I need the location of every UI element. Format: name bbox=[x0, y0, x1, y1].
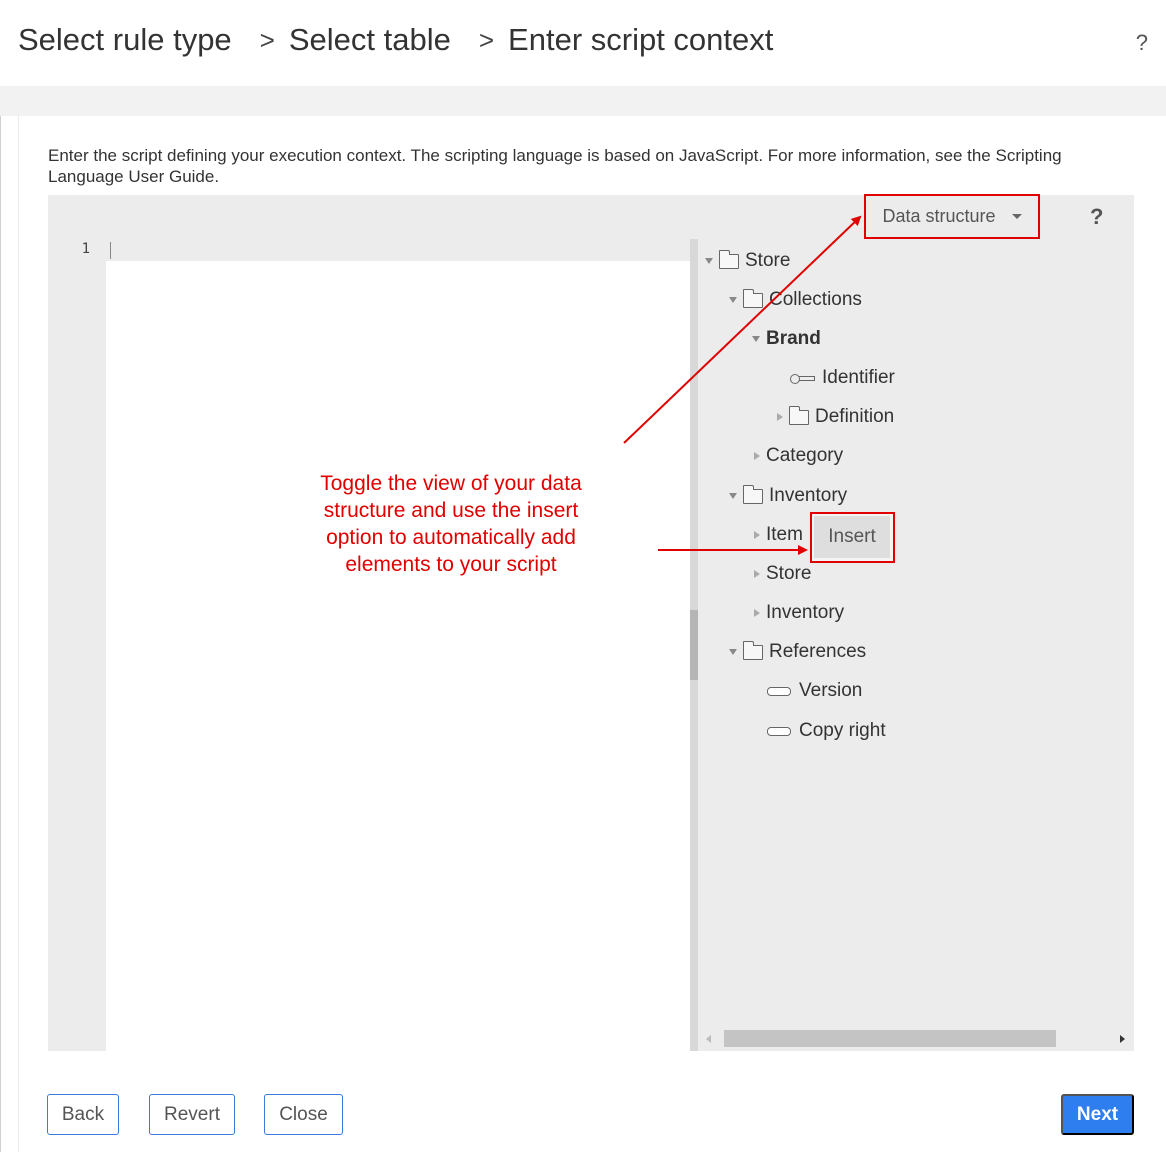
insert-button[interactable]: Insert bbox=[814, 516, 890, 558]
breadcrumb-step-script-context: Enter script context bbox=[508, 22, 774, 57]
expand-toggle-icon[interactable] bbox=[754, 609, 760, 617]
expand-toggle-icon[interactable] bbox=[752, 336, 760, 342]
tree-node-version[interactable]: Version bbox=[767, 680, 862, 702]
tree-node-inventory[interactable]: Inventory bbox=[729, 484, 848, 507]
breadcrumb: Select rule type > Select table > Enter … bbox=[18, 22, 773, 58]
folder-icon bbox=[719, 249, 739, 269]
intro-text: Enter the script defining your execution… bbox=[48, 146, 1062, 186]
tree-node-copy-right[interactable]: Copy right bbox=[767, 720, 886, 742]
splitter-handle[interactable] bbox=[690, 610, 698, 680]
field-icon bbox=[767, 726, 791, 736]
header-divider bbox=[0, 86, 1166, 116]
breadcrumb-separator: > bbox=[478, 24, 495, 55]
expand-toggle-icon[interactable] bbox=[754, 531, 760, 539]
help-icon[interactable]: ? bbox=[1136, 30, 1148, 56]
tree-node-item[interactable]: Item bbox=[754, 524, 803, 546]
breadcrumb-step-rule-type[interactable]: Select rule type bbox=[18, 22, 232, 58]
next-button[interactable]: Next bbox=[1061, 1094, 1134, 1135]
breadcrumb-step-table[interactable]: Select table bbox=[289, 22, 451, 58]
annotation-text: Toggle the view of your data structure a… bbox=[320, 472, 582, 576]
revert-button[interactable]: Revert bbox=[149, 1094, 235, 1135]
expand-toggle-icon[interactable] bbox=[729, 493, 737, 499]
tree-node-label: References bbox=[769, 641, 867, 662]
close-button[interactable]: Close bbox=[264, 1094, 343, 1135]
tree-node-label: Brand bbox=[766, 328, 821, 349]
expand-toggle-icon[interactable] bbox=[729, 649, 737, 655]
tree-node-store-child[interactable]: Store bbox=[754, 563, 811, 585]
expand-toggle-icon[interactable] bbox=[777, 413, 783, 421]
tree-node-inventory-child[interactable]: Inventory bbox=[754, 602, 844, 624]
scroll-right-icon[interactable] bbox=[1120, 1035, 1125, 1043]
tree-node-definition[interactable]: Definition bbox=[777, 405, 895, 428]
tree-node-collections[interactable]: Collections bbox=[729, 288, 862, 311]
text-cursor bbox=[110, 242, 111, 259]
tree-node-identifier[interactable]: Identifier bbox=[790, 367, 895, 389]
tree-node-store[interactable]: Store bbox=[705, 249, 791, 272]
expand-toggle-icon[interactable] bbox=[754, 570, 760, 578]
expand-toggle-icon[interactable] bbox=[705, 258, 713, 264]
tree-node-label: Version bbox=[799, 680, 863, 701]
scrollbar-thumb[interactable] bbox=[724, 1030, 1056, 1047]
folder-icon bbox=[789, 405, 809, 425]
tree-node-label: Collections bbox=[769, 289, 862, 310]
tree-node-label: Definition bbox=[815, 406, 895, 427]
expand-toggle-icon[interactable] bbox=[754, 452, 760, 460]
script-editor[interactable] bbox=[106, 239, 690, 1051]
chevron-down-icon bbox=[1011, 214, 1022, 219]
expand-toggle-icon[interactable] bbox=[729, 297, 737, 303]
scroll-left-icon[interactable] bbox=[706, 1035, 711, 1043]
active-line-highlight bbox=[106, 239, 690, 261]
field-icon bbox=[767, 686, 791, 696]
data-structure-dropdown[interactable]: Data structure bbox=[864, 194, 1040, 239]
key-icon bbox=[790, 373, 816, 384]
tree-node-label: Inventory bbox=[769, 485, 848, 506]
line-gutter bbox=[48, 239, 106, 1051]
back-button[interactable]: Back bbox=[47, 1094, 119, 1135]
data-structure-label: Data structure bbox=[882, 206, 996, 226]
folder-icon bbox=[743, 640, 763, 660]
tree-node-label: Store bbox=[745, 250, 791, 271]
tree-node-brand[interactable]: Brand bbox=[752, 328, 821, 350]
tree-node-label: Category bbox=[766, 445, 844, 466]
tree-node-category[interactable]: Category bbox=[754, 445, 843, 467]
tree-node-references[interactable]: References bbox=[729, 640, 867, 663]
tree-node-label: Copy right bbox=[799, 720, 886, 741]
line-number: 1 bbox=[81, 241, 90, 257]
tree-node-label: Item bbox=[766, 524, 803, 545]
folder-icon bbox=[743, 288, 763, 308]
folder-icon bbox=[743, 484, 763, 504]
tree-node-label: Inventory bbox=[766, 602, 845, 623]
tree-node-label: Store bbox=[766, 563, 812, 584]
wizard-header: Select rule type > Select table > Enter … bbox=[0, 0, 1166, 86]
editor-help-icon[interactable]: ? bbox=[1090, 204, 1103, 230]
tree-node-label: Identifier bbox=[822, 367, 895, 388]
breadcrumb-separator: > bbox=[259, 24, 275, 55]
